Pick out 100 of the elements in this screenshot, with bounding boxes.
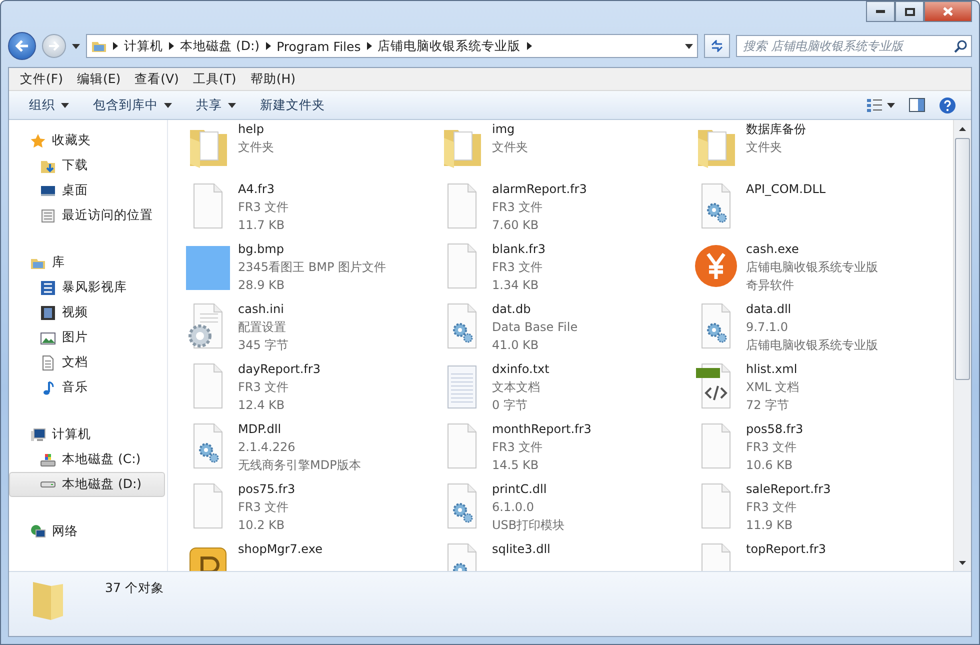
nav-item[interactable]: 下载 <box>9 153 165 178</box>
file-name[interactable]: dat.db <box>492 300 578 318</box>
nav-item[interactable]: 网络 <box>9 519 165 544</box>
toolbar-button[interactable]: 包含到库中 <box>83 94 182 116</box>
file-detail: 11.7 KB <box>238 217 286 234</box>
nav-label: 收藏夹 <box>52 132 91 149</box>
nav-item[interactable]: 收藏夹 <box>9 128 165 153</box>
nav-label: 网络 <box>52 523 78 540</box>
file-name[interactable]: dayReport.fr3 <box>238 360 320 378</box>
maximize-icon <box>904 8 914 16</box>
file-name[interactable]: bg.bmp <box>238 240 386 258</box>
file-name[interactable]: img <box>492 120 528 138</box>
refresh-button[interactable] <box>704 34 730 58</box>
maximize-button[interactable] <box>895 1 924 22</box>
file-name[interactable]: alarmReport.fr3 <box>492 180 587 198</box>
nav-item[interactable]: 暴风影视库 <box>9 275 165 300</box>
file-name[interactable]: cash.ini <box>238 300 289 318</box>
file-detail: 10.2 KB <box>238 517 286 534</box>
file-detail: 10.6 KB <box>746 457 794 474</box>
nav-label: 图片 <box>62 329 88 346</box>
nav-item[interactable]: 文档 <box>9 350 165 375</box>
nav-label: 下载 <box>62 157 88 174</box>
file-name[interactable]: saleReport.fr3 <box>746 480 831 498</box>
file-detail: Data Base File <box>492 319 578 336</box>
file-detail: 店铺电脑收银系统专业版 <box>746 337 878 354</box>
search-icon <box>954 40 967 52</box>
file-detail: 41.0 KB <box>492 337 540 354</box>
file-name[interactable]: sqlite3.dll <box>492 540 550 558</box>
file-detail: 店铺电脑收银系统专业版 <box>746 259 878 276</box>
file-name[interactable]: blank.fr3 <box>492 240 546 258</box>
file-name[interactable]: printC.dll <box>492 480 565 498</box>
toolbar-button[interactable]: 共享 <box>186 94 246 116</box>
scrollbar[interactable] <box>953 120 971 571</box>
picture-icon <box>40 330 56 346</box>
toolbar-button[interactable]: 新建文件夹 <box>250 94 335 116</box>
file-name[interactable]: API_COM.DLL <box>746 180 826 198</box>
menu-item[interactable]: 帮助(H) <box>243 70 302 88</box>
file-detail: 无线商务引擎MDP版本 <box>238 457 361 474</box>
breadcrumb[interactable]: Program Files <box>276 38 361 54</box>
file-detail: 6.1.0.0 <box>492 499 535 516</box>
file-detail: 14.5 KB <box>492 457 540 474</box>
breadcrumb[interactable]: 本地磁盘 (D:) <box>180 38 260 54</box>
file-name[interactable]: dxinfo.txt <box>492 360 550 378</box>
menu-item[interactable]: 查看(V) <box>128 70 186 88</box>
minimize-button[interactable] <box>866 1 895 22</box>
file-detail: 12.4 KB <box>238 397 286 414</box>
nav-item[interactable]: 计算机 <box>9 422 165 447</box>
file-detail: FR3 文件 <box>746 439 798 456</box>
scroll-thumb[interactable] <box>955 138 970 380</box>
file-name[interactable]: monthReport.fr3 <box>492 420 592 438</box>
nav-item[interactable]: 图片 <box>9 325 165 350</box>
nav-item[interactable]: 库 <box>9 250 165 275</box>
file-name[interactable]: topReport.fr3 <box>746 540 826 558</box>
nav-item[interactable]: 视频 <box>9 300 165 325</box>
file-detail: FR3 文件 <box>492 199 544 216</box>
breadcrumb[interactable]: 店铺电脑收银系统专业版 <box>378 38 521 54</box>
file-name[interactable]: 数据库备份 <box>746 120 806 138</box>
nav-label: 文档 <box>62 354 88 371</box>
file-detail: 配置设置 <box>238 319 287 336</box>
file-detail: 奇异软件 <box>746 277 795 294</box>
file-detail: 文本文档 <box>492 379 541 396</box>
file-detail: 2345看图王 BMP 图片文件 <box>238 259 386 276</box>
nav-item[interactable]: 音乐 <box>9 375 165 400</box>
file-name[interactable]: pos75.fr3 <box>238 480 296 498</box>
nav-label: 视频 <box>62 304 88 321</box>
file-name[interactable]: cash.exe <box>746 240 878 258</box>
minimize-icon <box>876 10 885 13</box>
close-button[interactable] <box>924 1 972 22</box>
nav-item[interactable]: 桌面 <box>9 178 165 203</box>
nav-item[interactable]: 最近访问的位置 <box>9 203 165 228</box>
menu-item[interactable]: 编辑(E) <box>70 70 128 88</box>
nav-item[interactable]: 本地磁盘 (D:) <box>9 472 165 497</box>
close-icon <box>943 7 953 16</box>
help-icon <box>939 96 956 114</box>
file-name[interactable]: shopMgr7.exe <box>238 540 322 558</box>
file-name[interactable]: help <box>238 120 274 138</box>
forward-arrow-icon <box>48 41 60 51</box>
nav-label: 库 <box>52 254 65 271</box>
file-detail: FR3 文件 <box>746 499 798 516</box>
nav-item[interactable]: 本地磁盘 (C:) <box>9 447 165 472</box>
file-name[interactable]: A4.fr3 <box>238 180 289 198</box>
file-name[interactable]: data.dll <box>746 300 878 318</box>
search-field[interactable]: 搜索 店铺电脑收银系统专业版 <box>736 35 972 57</box>
file-name[interactable]: hlist.xml <box>746 360 800 378</box>
file-detail: USB打印模块 <box>492 517 565 534</box>
film-icon <box>40 304 56 320</box>
file-detail: 0 字节 <box>492 397 528 414</box>
file-name[interactable]: MDP.dll <box>238 420 361 438</box>
file-name[interactable]: pos58.fr3 <box>746 420 804 438</box>
toolbar-button[interactable]: 组织 <box>19 94 79 116</box>
menu-item[interactable]: 工具(T) <box>186 70 244 88</box>
file-detail: FR3 文件 <box>238 199 289 216</box>
file-detail: XML 文档 <box>746 379 800 396</box>
item-count: 37 个对象 <box>105 580 164 597</box>
menu-item[interactable]: 文件(F) <box>13 70 70 88</box>
nav-label: 本地磁盘 (D:) <box>62 476 142 493</box>
file-detail: 72 字节 <box>746 397 790 414</box>
breadcrumb[interactable]: 计算机 <box>124 38 163 54</box>
back-button[interactable] <box>8 32 36 60</box>
address-bar[interactable]: 计算机 本地磁盘 (D:) Program Files 店铺电脑收银系统专业版 <box>86 34 698 58</box>
